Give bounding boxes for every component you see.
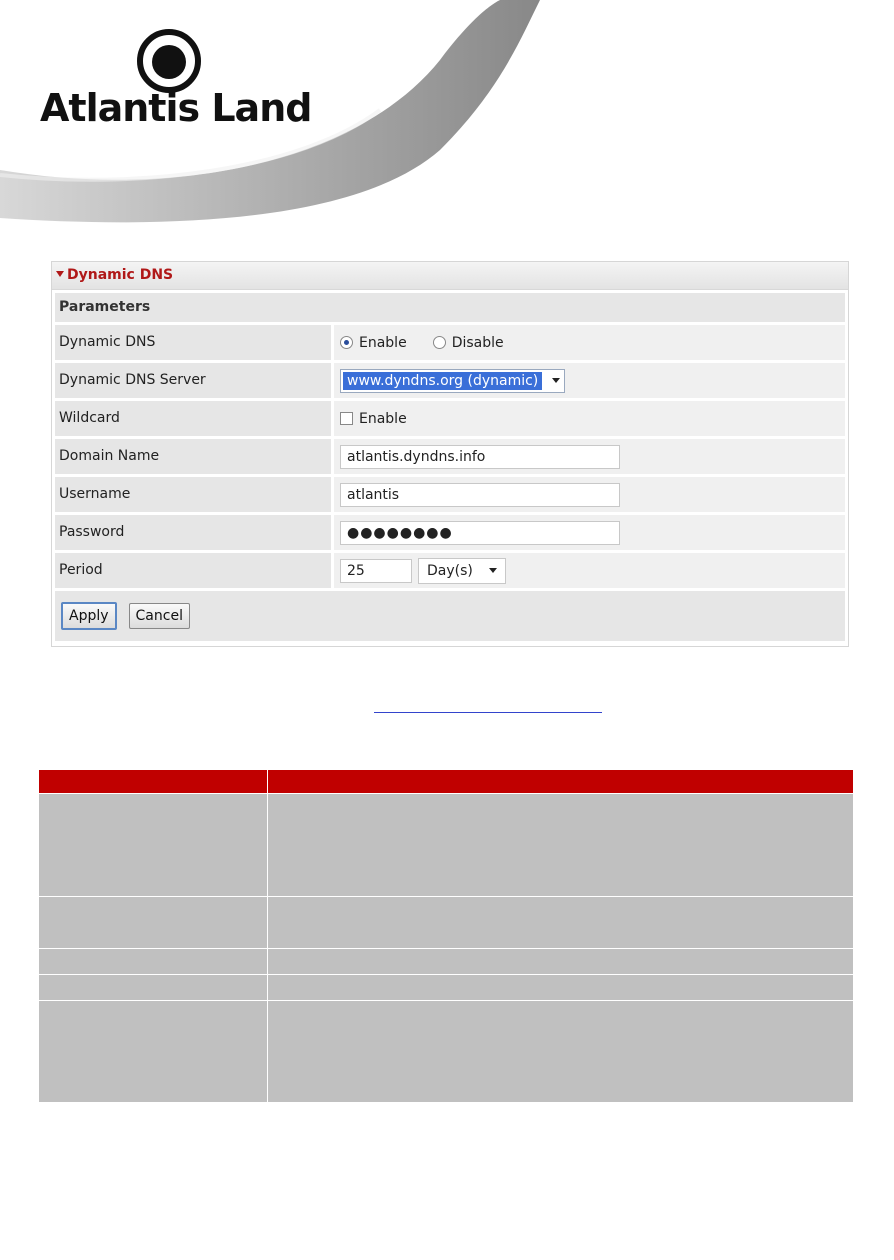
table-cell (38, 974, 268, 1001)
brand-logo-text: Atlantis Land (40, 86, 312, 130)
label-username: Username (55, 477, 331, 512)
label-dns-server: Dynamic DNS Server (55, 363, 331, 398)
chevron-down-icon (489, 568, 497, 573)
period-unit-value: Day(s) (427, 562, 473, 579)
radio-off-icon[interactable] (432, 336, 446, 349)
panel-title-text: Dynamic DNS (67, 267, 174, 283)
button-row: Apply Cancel (55, 591, 845, 641)
radio-enable[interactable]: Enable (340, 335, 407, 351)
period-input[interactable]: 25 (340, 558, 412, 583)
row-username: Username atlantis (55, 477, 845, 512)
table-cell (38, 1000, 268, 1103)
table-cell (267, 896, 854, 949)
radio-disable[interactable]: Disable (432, 334, 504, 351)
label-domain-name: Domain Name (55, 439, 331, 474)
label-wildcard: Wildcard (55, 401, 331, 436)
username-input[interactable]: atlantis (340, 482, 620, 507)
hyperlink-underline[interactable] (374, 712, 602, 713)
label-period: Period (55, 553, 331, 588)
table-cell (38, 896, 268, 949)
dns-server-value: www.dyndns.org (dynamic) (343, 371, 543, 390)
logo-ring-icon (137, 29, 201, 93)
period-unit-select[interactable]: Day(s) (418, 557, 506, 584)
row-period: Period 25 Day(s) (55, 553, 845, 588)
collapse-triangle-icon[interactable] (56, 271, 64, 277)
label-password: Password (55, 515, 331, 550)
table-cell (38, 948, 268, 975)
chevron-down-icon (552, 378, 561, 383)
panel-title: Dynamic DNS (52, 262, 848, 290)
apply-button[interactable]: Apply (61, 602, 117, 630)
password-input[interactable]: ●●●●●●●● (340, 520, 620, 545)
table-cell (38, 793, 268, 897)
label-dynamic-dns: Dynamic DNS (55, 325, 331, 360)
row-dynamic-dns: Dynamic DNS Enable Disable (55, 325, 845, 360)
table-cell (267, 793, 854, 897)
table-cell (267, 974, 854, 1001)
radio-on-icon[interactable] (340, 336, 353, 349)
table-header-cell (267, 769, 854, 794)
table-cell (267, 948, 854, 975)
row-wildcard: Wildcard Enable (55, 401, 845, 436)
wildcard-enable-label: Enable (359, 410, 407, 427)
section-parameters: Parameters (55, 293, 845, 322)
dynamic-dns-panel: Dynamic DNS Parameters Dynamic DNS Enabl… (51, 261, 849, 647)
dns-server-select[interactable]: www.dyndns.org (dynamic) (340, 368, 566, 393)
table-header-cell (38, 769, 268, 794)
row-domain-name: Domain Name atlantis.dyndns.info (55, 439, 845, 474)
radio-disable-label: Disable (451, 334, 504, 351)
row-password: Password ●●●●●●●● (55, 515, 845, 550)
table-cell (267, 1000, 854, 1103)
domain-name-input[interactable]: atlantis.dyndns.info (340, 444, 620, 469)
wildcard-checkbox[interactable] (340, 412, 353, 425)
radio-enable-label: Enable (359, 334, 407, 351)
cancel-button[interactable]: Cancel (128, 603, 190, 629)
row-dns-server: Dynamic DNS Server www.dyndns.org (dynam… (55, 363, 845, 398)
description-table (38, 769, 854, 1103)
